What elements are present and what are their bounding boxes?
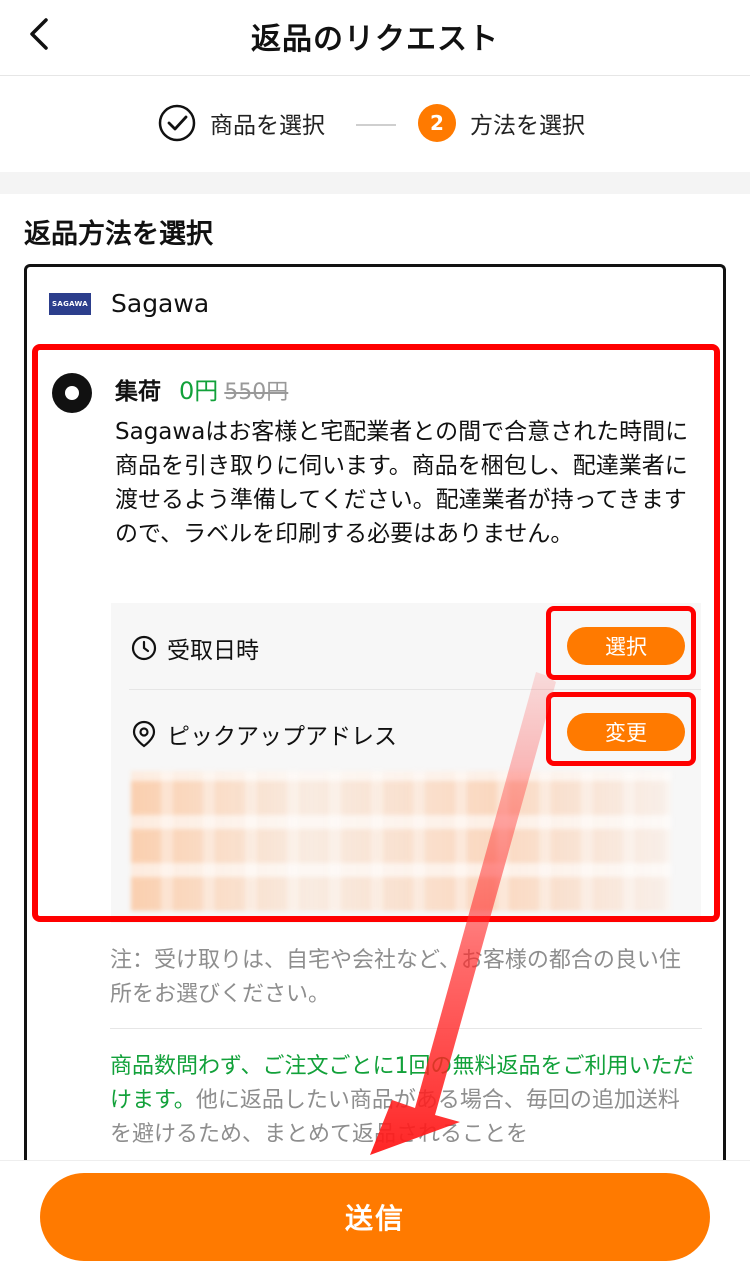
step-select-method: 2 方法を選択	[418, 104, 585, 142]
bottom-bar: 送信	[0, 1160, 750, 1283]
pickup-details: 受取日時 選択 ピックアップアドレス 変更	[111, 603, 701, 923]
pickup-date-label: 受取日時	[167, 638, 259, 664]
check-circle-icon	[158, 104, 196, 142]
step-number: 2	[418, 104, 456, 142]
option-name: 集荷	[115, 379, 161, 405]
pickup-address-row: ピックアップアドレス	[131, 717, 397, 751]
pickup-note: 注：受け取りは、自宅や会社など、お客様の都合の良い住所をお選びください。	[110, 948, 681, 1007]
blurred-address	[131, 771, 671, 911]
step-connector	[356, 124, 396, 126]
pickup-address-label: ピックアップアドレス	[167, 724, 397, 750]
step-label: 方法を選択	[470, 113, 585, 139]
change-address-button[interactable]: 変更	[567, 713, 685, 751]
carrier-row: SAGAWA Sagawa	[49, 289, 209, 318]
pickup-radio[interactable]	[52, 373, 92, 413]
pickup-date-row: 受取日時	[131, 631, 259, 665]
carrier-name: Sagawa	[111, 289, 210, 318]
option-header: 集荷 0円 550円	[115, 371, 288, 406]
section-divider	[0, 172, 750, 194]
option-old-price: 550円	[224, 380, 289, 405]
option-description: Sagawaはお客様と宅配業者との間で合意された時間に商品を引き取りに伺います。…	[115, 419, 689, 547]
step-indicator: 商品を選択 2 方法を選択	[0, 76, 750, 172]
free-return-detail: 他に返品したい商品がある場合、毎回の追加送料を避けるため、まとめて返品されること…	[110, 1088, 680, 1147]
option-price: 0円	[179, 377, 219, 405]
step-label: 商品を選択	[210, 113, 325, 139]
app-header: 返品のリクエスト	[0, 0, 750, 76]
note-divider	[110, 1028, 702, 1029]
location-pin-icon	[132, 720, 156, 748]
free-return-notice: 商品数問わず、ご注文ごとに1回の無料返品をご利用いただけます。他に返品したい商品…	[110, 1050, 700, 1154]
sagawa-logo: SAGAWA	[49, 292, 91, 315]
page-title: 返品のリクエスト	[251, 22, 499, 57]
section-title: 返品方法を選択	[24, 219, 213, 250]
step-select-item: 商品を選択	[158, 104, 325, 142]
clock-icon	[131, 635, 157, 661]
row-divider	[129, 689, 701, 690]
radio-selected-dot	[65, 386, 79, 400]
submit-button[interactable]: 送信	[40, 1173, 710, 1261]
select-date-button[interactable]: 選択	[567, 627, 685, 665]
